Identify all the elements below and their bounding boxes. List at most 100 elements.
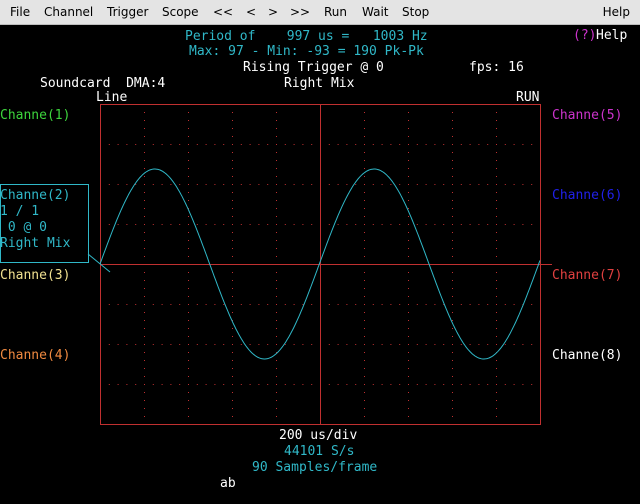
grid-dot — [232, 240, 233, 241]
grid-dot — [496, 192, 497, 193]
grid-dot — [152, 304, 154, 305]
grid-dot — [144, 360, 145, 361]
grid-dot — [144, 408, 145, 409]
grid-dot — [496, 232, 497, 233]
grid-dot — [496, 320, 497, 321]
grid-dot — [364, 120, 365, 121]
grid-dot — [293, 224, 295, 225]
grid-dot — [460, 304, 462, 305]
grid-dot — [232, 120, 233, 121]
grid-dot — [496, 280, 497, 281]
grid-dot — [364, 304, 365, 305]
grid-dot — [144, 176, 145, 177]
grid-dot — [188, 352, 189, 353]
grid-dot — [249, 344, 251, 345]
grid-dot — [276, 368, 277, 369]
grid-dot — [452, 248, 453, 249]
grid-dot — [311, 384, 313, 385]
grid-dot — [196, 144, 198, 145]
grid-dot — [531, 304, 533, 305]
grid-dot — [372, 224, 374, 225]
grid-dot — [232, 416, 233, 417]
grid-dot — [496, 392, 497, 393]
grid-dot — [408, 376, 409, 377]
grid-dot — [460, 384, 462, 385]
grid-dot — [460, 184, 462, 185]
grid-dot — [364, 128, 365, 129]
grid-dot — [232, 216, 233, 217]
grid-dot — [152, 224, 154, 225]
grid-dot — [496, 152, 497, 153]
grid-dot — [434, 184, 436, 185]
grid-dot — [346, 384, 348, 385]
grid-dot — [223, 184, 225, 185]
timebase-readout: 200 us/div — [279, 428, 358, 443]
grid-dot — [408, 408, 409, 409]
grid-dot — [249, 384, 251, 385]
grid-dot — [214, 184, 216, 185]
grid-dot — [144, 208, 145, 209]
grid-dot — [408, 168, 409, 169]
grid-dot — [364, 352, 365, 353]
grid-dot — [276, 192, 277, 193]
grid-dot — [452, 256, 453, 257]
grid-dot — [364, 248, 365, 249]
grid-dot — [452, 120, 453, 121]
grid-dot — [223, 144, 225, 145]
grid-dot — [232, 144, 233, 145]
grid-dot — [196, 384, 198, 385]
grid-dot — [293, 144, 295, 145]
grid-dot — [170, 304, 172, 305]
grid-dot — [496, 144, 497, 145]
grid-dot — [364, 208, 365, 209]
grid-dot — [364, 288, 365, 289]
grid-dot — [513, 184, 515, 185]
grid-dot — [232, 112, 233, 113]
grid-dot — [108, 344, 110, 345]
grid-dot — [152, 384, 154, 385]
grid-dot — [126, 144, 128, 145]
grid-dot — [188, 280, 189, 281]
grid-dot — [531, 144, 533, 145]
grid-dot — [240, 384, 242, 385]
grid-dot — [302, 304, 304, 305]
grid-dot — [364, 272, 365, 273]
grid-dot — [214, 224, 216, 225]
grid-dot — [240, 144, 242, 145]
grid-dot — [293, 384, 295, 385]
grid-dot — [408, 384, 409, 385]
grid-dot — [425, 304, 427, 305]
grid-dot — [416, 384, 418, 385]
grid-dot — [232, 232, 233, 233]
grid-dot — [504, 144, 506, 145]
grid-dot — [240, 224, 242, 225]
grid-dot — [408, 216, 409, 217]
grid-dot — [267, 224, 269, 225]
grid-dot — [188, 200, 189, 201]
grid-dot — [196, 344, 198, 345]
grid-dot — [188, 288, 189, 289]
grid-dot — [487, 224, 489, 225]
grid-dot — [258, 144, 260, 145]
grid-dot — [135, 384, 137, 385]
grid-dot — [408, 344, 409, 345]
grid-dot — [188, 256, 189, 257]
grid-dot — [408, 200, 409, 201]
grid-dot — [346, 184, 348, 185]
grid-dot — [249, 184, 251, 185]
grid-dot — [399, 224, 401, 225]
grid-dot — [188, 376, 189, 377]
grid-dot — [364, 200, 365, 201]
grid-dot — [276, 320, 277, 321]
grid-dot — [188, 360, 189, 361]
grid-dot — [232, 376, 233, 377]
grid-dot — [452, 176, 453, 177]
grid-dot — [408, 176, 409, 177]
grid-dot — [496, 216, 497, 217]
grid-dot — [452, 312, 453, 313]
grid-dot — [188, 232, 189, 233]
grid-dot — [364, 176, 365, 177]
grid-dot — [144, 112, 145, 113]
grid-dot — [188, 240, 189, 241]
grid-dot — [276, 256, 277, 257]
